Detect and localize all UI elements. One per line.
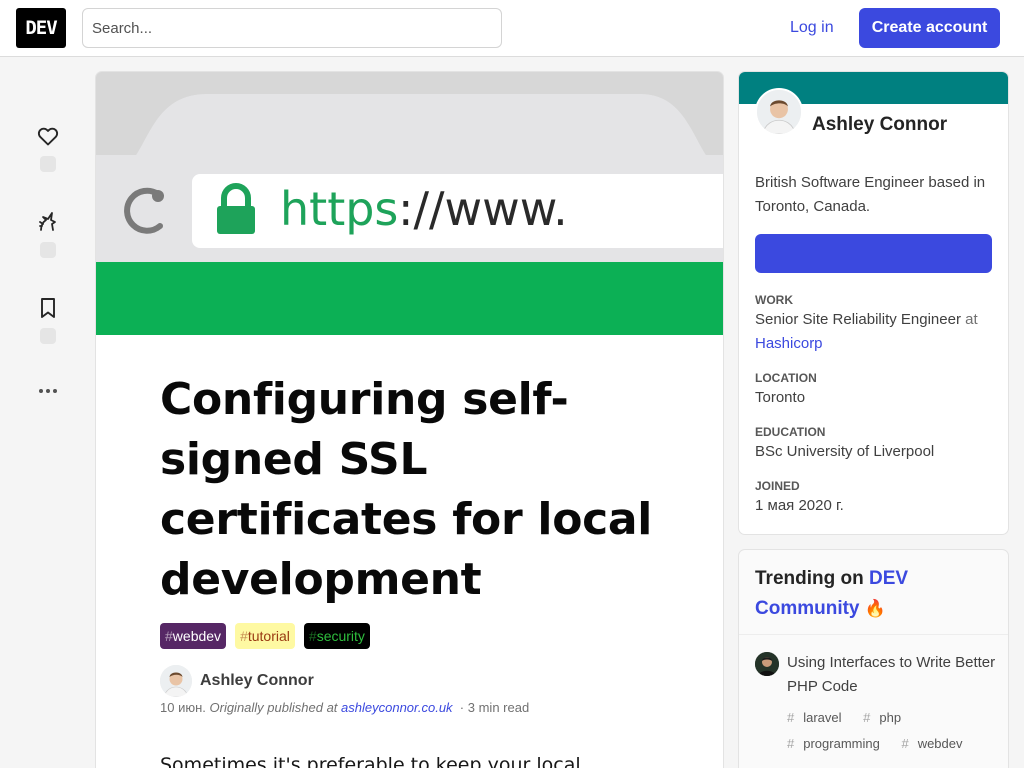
profile-bio: British Software Engineer based in Toron… (755, 174, 986, 215)
work-label: Work (755, 293, 793, 307)
heart-reaction[interactable] (32, 124, 64, 172)
education-value: BSc University of Liverpool (755, 443, 935, 460)
unicorn-icon (39, 212, 56, 231)
trending-tag[interactable]: # programming (787, 731, 889, 757)
tag-tutorial[interactable]: # tutorial (235, 623, 295, 649)
cover-url-https: https (280, 182, 398, 236)
location-value: Toronto (755, 389, 806, 406)
heart-icon (37, 127, 59, 146)
profile-name[interactable]: Ashley Connor (812, 114, 947, 136)
article-author: Ashley Connor (160, 665, 314, 697)
trending-card: Trending on DEV Community 🔥 Using Interf… (739, 550, 1008, 768)
bookmark-icon (41, 298, 55, 318)
author-profile-card: Ashley Connor British Software Engineer … (739, 72, 1008, 534)
person-icon (160, 665, 192, 697)
fire-icon: 🔥 (864, 599, 886, 618)
bookmark-count-placeholder (40, 328, 56, 344)
person-icon (755, 652, 779, 676)
cover-image: https ://www. (96, 72, 723, 335)
originally-published-label: Originally published at (209, 700, 338, 715)
source-link[interactable]: ashleyconnor.co.uk (341, 700, 453, 715)
author-avatar[interactable] (160, 665, 192, 697)
work-company-link[interactable]: Hashicorp (755, 335, 823, 352)
location-label: Location (755, 371, 817, 385)
cover-url-rest: ://www. (398, 182, 568, 236)
author-name[interactable]: Ashley Connor (200, 672, 314, 690)
trending-tag[interactable]: # webdev (901, 731, 971, 757)
heart-count-placeholder (40, 156, 56, 172)
logo-text: DEV (25, 17, 57, 39)
trending-item-tags: # laravel # php # programming # webdev (787, 705, 997, 757)
read-time: 3 min read (467, 700, 530, 715)
article-card: https ://www. Configuring self-signed SS… (96, 72, 723, 768)
profile-joined: Joined 1 мая 2020 г. (755, 478, 995, 518)
dev-logo[interactable]: DEV (16, 8, 66, 48)
publish-date: 10 июн. (160, 700, 206, 715)
article-body: Sometimes it's preferable to keep your l… (160, 754, 581, 768)
unicorn-reaction[interactable] (32, 210, 64, 258)
article-title: Configuring self-signed SSL certificates… (160, 374, 653, 605)
create-account-button[interactable]: Create account (859, 8, 1000, 48)
login-link[interactable]: Log in (776, 8, 848, 48)
person-icon (757, 90, 801, 134)
profile-education: Education BSc University of Liverpool (755, 424, 995, 464)
joined-label: Joined (755, 479, 800, 493)
education-label: Education (755, 425, 826, 439)
follow-button[interactable] (755, 234, 992, 273)
article-meta: 10 июн. Originally published at ashleyco… (160, 700, 529, 715)
trending-heading: Trending on DEV Community 🔥 (755, 568, 909, 619)
meta-separator: · (459, 700, 465, 715)
joined-value: 1 мая 2020 г. (755, 497, 844, 514)
trending-item-title[interactable]: Using Interfaces to Write Better PHP Cod… (787, 651, 997, 699)
profile-work: Work Senior Site Reliability Engineer at… (755, 292, 995, 356)
more-horizontal-icon (39, 389, 57, 393)
unicorn-count-placeholder (40, 242, 56, 258)
divider (739, 634, 1008, 635)
article-tags: # webdev # tutorial # security (160, 623, 370, 649)
bookmark-reaction[interactable] (32, 296, 64, 344)
top-header: DEV Log in Create account (0, 0, 1024, 57)
profile-avatar[interactable] (755, 88, 803, 136)
trending-tag[interactable]: # laravel (787, 705, 851, 731)
profile-location: Location Toronto (755, 370, 995, 410)
tag-security[interactable]: # security (303, 623, 370, 649)
tag-webdev[interactable]: # webdev (160, 623, 227, 649)
search-input[interactable] (82, 8, 502, 48)
work-value: Senior Site Reliability Engineer at Hash… (755, 311, 978, 352)
trending-author-avatar (755, 652, 779, 676)
more-options-button[interactable] (32, 382, 64, 400)
trending-tag[interactable]: # php (863, 705, 910, 731)
